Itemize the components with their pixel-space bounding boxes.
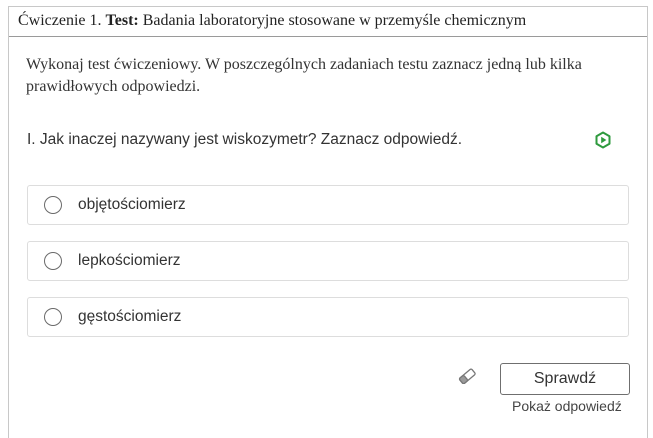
answer-radio-3[interactable] xyxy=(44,308,62,326)
answer-label-2: lepkościomierz xyxy=(78,252,181,269)
hexagon-play-icon xyxy=(595,131,611,149)
question-text: I. Jak inaczej nazywany jest wiskozymetr… xyxy=(27,131,463,148)
exercise-title: Badania laboratoryjne stosowane w przemy… xyxy=(142,12,527,29)
eraser-icon[interactable] xyxy=(457,368,477,384)
exercise-header: Ćwiczenie 1. Test: Badania laboratoryjne… xyxy=(9,7,647,37)
answer-label-3: gęstościomierz xyxy=(78,308,182,325)
answer-radio-2[interactable] xyxy=(44,252,62,270)
instructions-text: Wykonaj test ćwiczeniowy. W poszczególny… xyxy=(26,56,582,95)
test-label: Test: xyxy=(105,12,139,29)
show-answer-link[interactable]: Pokaż odpowiedź xyxy=(512,398,622,414)
exercise-panel: Ćwiczenie 1. Test: Badania laboratoryjne… xyxy=(8,6,648,438)
answer-option-1[interactable]: objętościomierz xyxy=(27,185,629,225)
answer-label-1: objętościomierz xyxy=(78,196,186,213)
exercise-number: Ćwiczenie 1. xyxy=(18,12,102,29)
answer-option-2[interactable]: lepkościomierz xyxy=(27,241,629,281)
answer-radio-1[interactable] xyxy=(44,196,62,214)
answer-option-3[interactable]: gęstościomierz xyxy=(27,297,629,337)
check-button[interactable]: Sprawdź xyxy=(500,363,630,395)
